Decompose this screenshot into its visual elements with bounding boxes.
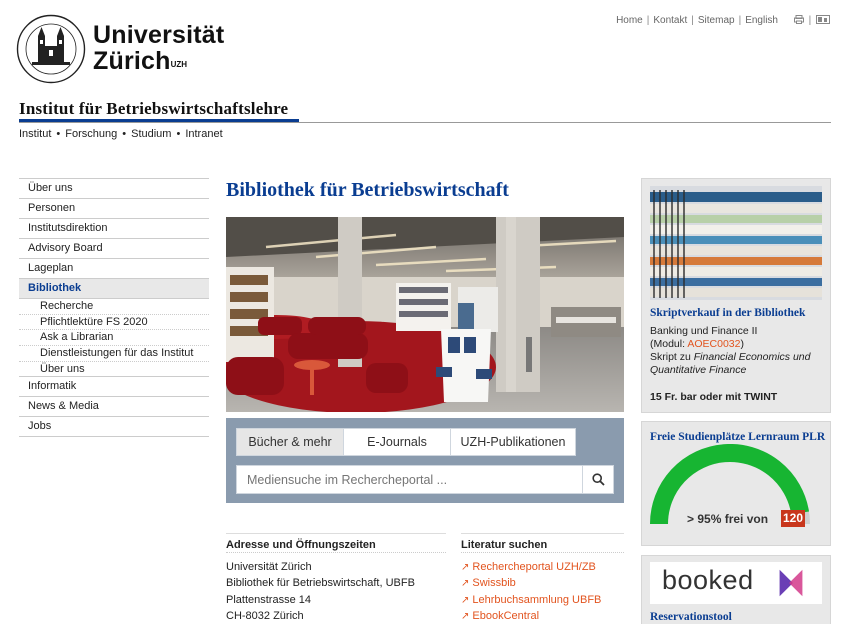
arrow-icon: ↗ xyxy=(461,611,470,622)
script-box-title[interactable]: Skriptverkauf in der Bibliothek xyxy=(650,307,805,319)
tab-e-journals[interactable]: E-Journals xyxy=(343,428,451,456)
address-line: Bibliothek für Betriebswirtschaft, UBFB xyxy=(226,577,415,589)
modul-prefix: (Modul: xyxy=(650,338,688,350)
tab-buecher-mehr[interactable]: Bücher & mehr xyxy=(236,428,344,456)
arrow-icon: ↗ xyxy=(461,595,470,606)
capacity-badge: 120 xyxy=(781,510,805,527)
sidebar-item-news-media[interactable]: News & Media xyxy=(19,397,209,418)
logo-name-2: Zürich xyxy=(93,47,171,75)
search-input[interactable] xyxy=(236,465,583,494)
sidebar-subitem-ueber-uns[interactable]: Über uns xyxy=(19,362,209,378)
kontakt-link[interactable]: Kontakt xyxy=(653,15,687,26)
subnav-institut[interactable]: Institut xyxy=(19,128,51,140)
search-button[interactable] xyxy=(582,465,614,494)
sitemap-link[interactable]: Sitemap xyxy=(698,15,735,26)
link-rechercheportal[interactable]: ↗ Rechercheportal UZH/ZB xyxy=(461,561,596,573)
address-heading: Adresse und Öffnungszeiten xyxy=(226,533,446,553)
sidebar-subitem-recherche[interactable]: Recherche xyxy=(19,299,209,315)
link-label: Lehrbuchsammlung UBFB xyxy=(472,594,602,606)
sidebar-item-personen[interactable]: Personen xyxy=(19,199,209,219)
literature-heading: Literatur suchen xyxy=(461,533,624,553)
price-note: 15 Fr. bar oder mit TWINT xyxy=(650,391,778,403)
address-line: Universität Zürich xyxy=(226,561,312,573)
sidebar-subitem-ask-librarian[interactable]: Ask a Librarian xyxy=(19,330,209,347)
script-prefix: Skript zu xyxy=(650,351,694,363)
lernraum-title[interactable]: Freie Studienplätze Lernraum PLR xyxy=(650,431,825,443)
booked-box: booked Reservationstool xyxy=(641,555,831,624)
sidebar-item-lageplan[interactable]: Lageplan xyxy=(19,259,209,279)
sidebar-item-advisory-board[interactable]: Advisory Board xyxy=(19,239,209,259)
sidebar-item-bibliothek[interactable]: Bibliothek xyxy=(19,279,209,299)
uzh-seal-logo[interactable] xyxy=(16,14,86,84)
library-photo xyxy=(226,217,624,412)
booked-title[interactable]: Reservationstool xyxy=(650,611,732,623)
search-panel: Bücher & mehr E-Journals UZH-Publikation… xyxy=(226,418,624,503)
script-sale-box: Skriptverkauf in der Bibliothek Banking … xyxy=(641,178,831,413)
booked-logo[interactable]: booked xyxy=(650,562,822,604)
sidebar-subitem-pflichtlektuere[interactable]: Pflichtlektüre FS 2020 xyxy=(19,315,209,331)
subnav-studium[interactable]: Studium xyxy=(131,128,171,140)
arrow-icon: ↗ xyxy=(461,562,470,573)
booked-logo-icon xyxy=(779,569,803,597)
gauge-label: > 95% frei von xyxy=(687,512,769,526)
logo-uzh: UZH xyxy=(170,60,188,69)
booked-logo-text: booked xyxy=(662,565,754,595)
address-line: CH-8032 Zürich xyxy=(226,610,304,622)
modul-code-link[interactable]: AOEC0032 xyxy=(687,338,740,350)
sidebar-subitem-dienstleistungen[interactable]: Dienstleistungen für das Institut xyxy=(19,346,209,362)
script-box-text: Banking und Finance II (Modul: AOEC0032)… xyxy=(650,325,828,377)
page-title: Bibliothek für Betriebswirtschaft xyxy=(226,179,509,201)
subnav-forschung[interactable]: Forschung xyxy=(65,128,117,140)
link-lehrbuchsammlung[interactable]: ↗ Lehrbuchsammlung UBFB xyxy=(461,594,601,606)
link-ebookcentral[interactable]: ↗ EbookCentral xyxy=(461,610,539,622)
sidebar-nav: Über uns Personen Institutsdirektion Adv… xyxy=(19,178,209,438)
print-icon[interactable] xyxy=(793,15,804,24)
top-tools: | xyxy=(793,15,830,26)
link-label: EbookCentral xyxy=(472,610,540,622)
tab-uzh-publikationen[interactable]: UZH-Publikationen xyxy=(450,428,576,456)
link-swissbib[interactable]: ↗ Swissbib xyxy=(461,577,516,589)
logo-name: Universität xyxy=(93,21,225,49)
arrow-icon: ↗ xyxy=(461,578,470,589)
home-link[interactable]: Home xyxy=(616,15,643,26)
sidebar-item-institutsdirektion[interactable]: Institutsdirektion xyxy=(19,219,209,239)
link-label: Rechercheportal UZH/ZB xyxy=(472,561,596,573)
sub-navigation: Institut • Forschung • Studium • Intranet xyxy=(19,128,223,140)
institute-title[interactable]: Institut für Betriebswirtschaftslehre xyxy=(19,99,288,119)
lernraum-box: Freie Studienplätze Lernraum PLR > 95% f… xyxy=(641,421,831,546)
sidebar-item-informatik[interactable]: Informatik xyxy=(19,377,209,398)
script-line: Skript zu Financial Economics und Quanti… xyxy=(650,351,828,377)
top-links: Home | Kontakt | Sitemap | English xyxy=(616,15,778,26)
address-line: Plattenstrasse 14 xyxy=(226,594,311,606)
modul-line: (Modul: AOEC0032) xyxy=(650,338,828,351)
modul-suffix: ) xyxy=(740,338,744,350)
english-link[interactable]: English xyxy=(745,15,778,26)
search-icon xyxy=(591,473,605,486)
subnav-intranet[interactable]: Intranet xyxy=(185,128,222,140)
sidebar-item-jobs[interactable]: Jobs xyxy=(19,417,209,438)
uzh-wordmark[interactable]: Universität ZürichUZH xyxy=(93,22,224,74)
link-label: Swissbib xyxy=(472,577,516,589)
font-size-icon[interactable] xyxy=(816,15,830,24)
course-name: Banking und Finance II xyxy=(650,325,758,337)
sidebar-item-ueber-uns[interactable]: Über uns xyxy=(19,179,209,199)
header-divider xyxy=(19,122,831,123)
script-books-image[interactable] xyxy=(650,186,822,300)
